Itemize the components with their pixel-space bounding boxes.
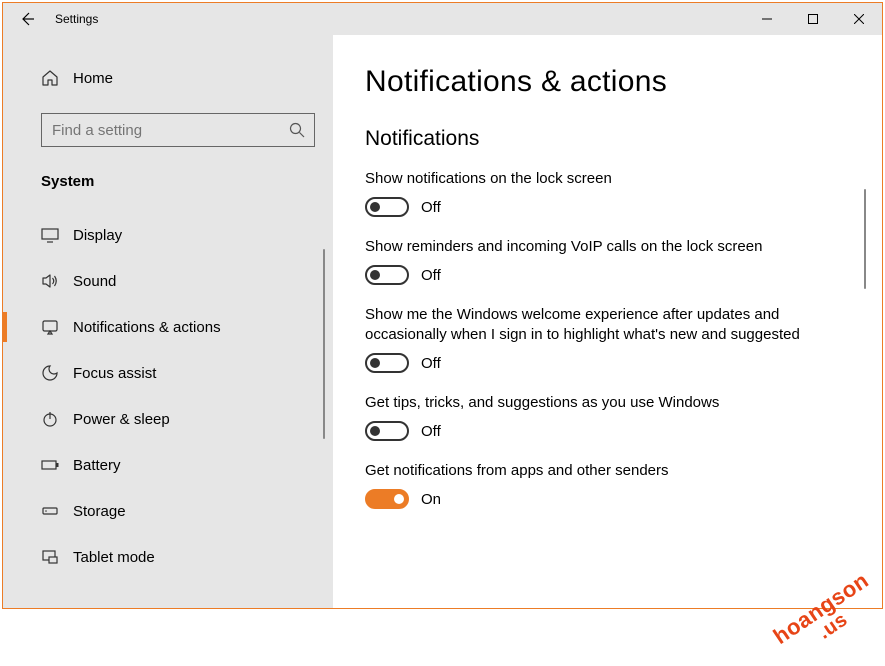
- close-button[interactable]: [836, 3, 882, 35]
- sidebar-item-tablet[interactable]: Tablet mode: [3, 534, 333, 580]
- sidebar-item-label: Storage: [73, 503, 126, 520]
- setting-label: Show reminders and incoming VoIP calls o…: [365, 237, 815, 257]
- sidebar-item-focus[interactable]: Focus assist: [3, 350, 333, 396]
- nav-home-label: Home: [73, 70, 113, 87]
- toggle-state-text: Off: [421, 355, 441, 372]
- sidebar-item-label: Tablet mode: [73, 549, 155, 566]
- setting-item: Show notifications on the lock screen Off: [365, 169, 815, 217]
- setting-label: Get tips, tricks, and suggestions as you…: [365, 393, 815, 413]
- section-title: Notifications: [365, 127, 882, 151]
- main-content: Notifications & actions Notifications Sh…: [333, 35, 882, 608]
- sidebar-item-label: Battery: [73, 457, 121, 474]
- sidebar-item-label: Sound: [73, 273, 116, 290]
- setting-item: Get notifications from apps and other se…: [365, 461, 815, 509]
- sidebar-item-display[interactable]: Display: [3, 212, 333, 258]
- home-icon: [41, 69, 59, 87]
- search-container: [41, 113, 315, 147]
- setting-label: Show notifications on the lock screen: [365, 169, 815, 189]
- toggle-switch[interactable]: [365, 353, 409, 373]
- sidebar: Home System Display Sound Notifications & …: [3, 35, 333, 608]
- notifications-icon: [41, 318, 59, 336]
- maximize-icon: [808, 14, 818, 24]
- sidebar-item-label: Notifications & actions: [73, 319, 221, 336]
- battery-icon: [41, 456, 59, 474]
- toggle-state-text: On: [421, 491, 441, 508]
- search-input[interactable]: [41, 113, 315, 147]
- toggle-switch[interactable]: [365, 265, 409, 285]
- sidebar-item-notifications[interactable]: Notifications & actions: [3, 304, 333, 350]
- sidebar-scrollbar[interactable]: [323, 249, 325, 439]
- settings-list: Show notifications on the lock screen Off…: [365, 169, 882, 509]
- close-icon: [854, 14, 864, 24]
- settings-window: Settings Home S: [2, 2, 883, 609]
- nav-home[interactable]: Home: [3, 57, 333, 99]
- sidebar-item-battery[interactable]: Battery: [3, 442, 333, 488]
- arrow-left-icon: [19, 11, 35, 27]
- toggle-switch[interactable]: [365, 197, 409, 217]
- main-scrollbar[interactable]: [864, 189, 866, 289]
- sidebar-item-label: Focus assist: [73, 365, 156, 382]
- minimize-button[interactable]: [744, 3, 790, 35]
- storage-icon: [41, 502, 59, 520]
- back-button[interactable]: [3, 3, 51, 35]
- sidebar-item-label: Power & sleep: [73, 411, 170, 428]
- setting-item: Show me the Windows welcome experience a…: [365, 305, 815, 373]
- window-controls: [744, 3, 882, 35]
- sidebar-category: System: [3, 147, 333, 212]
- titlebar: Settings: [3, 3, 882, 35]
- toggle-state-text: Off: [421, 267, 441, 284]
- toggle-switch[interactable]: [365, 421, 409, 441]
- sound-icon: [41, 272, 59, 290]
- toggle-state-text: Off: [421, 199, 441, 216]
- sidebar-nav-list: Display Sound Notifications & actions Focus…: [3, 212, 333, 580]
- minimize-icon: [762, 14, 772, 24]
- window-title: Settings: [55, 12, 98, 26]
- page-title: Notifications & actions: [365, 65, 882, 99]
- focus-icon: [41, 364, 59, 382]
- sidebar-item-sound[interactable]: Sound: [3, 258, 333, 304]
- maximize-button[interactable]: [790, 3, 836, 35]
- setting-item: Show reminders and incoming VoIP calls o…: [365, 237, 815, 285]
- tablet-icon: [41, 548, 59, 566]
- toggle-state-text: Off: [421, 423, 441, 440]
- setting-item: Get tips, tricks, and suggestions as you…: [365, 393, 815, 441]
- setting-label: Get notifications from apps and other se…: [365, 461, 815, 481]
- display-icon: [41, 226, 59, 244]
- sidebar-item-power[interactable]: Power & sleep: [3, 396, 333, 442]
- sidebar-item-label: Display: [73, 227, 122, 244]
- toggle-switch[interactable]: [365, 489, 409, 509]
- search-icon: [289, 122, 305, 138]
- setting-label: Show me the Windows welcome experience a…: [365, 305, 815, 345]
- power-icon: [41, 410, 59, 428]
- sidebar-item-storage[interactable]: Storage: [3, 488, 333, 534]
